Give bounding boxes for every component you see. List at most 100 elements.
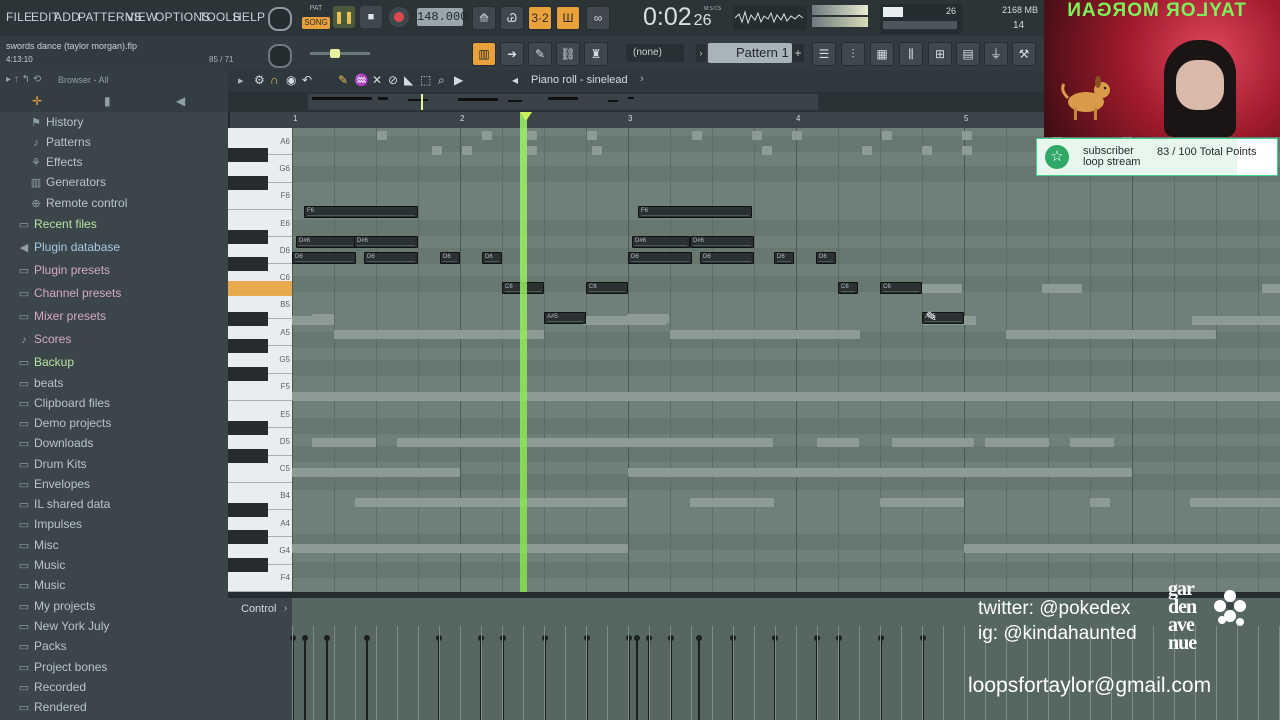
note[interactable]: D#6 bbox=[296, 236, 356, 248]
note[interactable]: D6 bbox=[482, 252, 502, 264]
note[interactable]: C6 bbox=[586, 282, 628, 294]
note[interactable]: D6 bbox=[440, 252, 460, 264]
note[interactable]: D#6 bbox=[354, 236, 418, 248]
zoom-tool-icon[interactable]: ⌕ bbox=[438, 73, 445, 88]
black-key[interactable] bbox=[228, 366, 268, 381]
arrow-button[interactable]: ➜ bbox=[500, 42, 524, 66]
main-slider-handle[interactable] bbox=[330, 49, 340, 58]
note[interactable]: D6 bbox=[774, 252, 794, 264]
brush-tool-icon[interactable]: ♒ bbox=[354, 73, 369, 87]
velocity-stem[interactable] bbox=[302, 635, 308, 720]
browser-item[interactable]: ⚘ Effects bbox=[30, 155, 82, 169]
select-tool-icon[interactable]: ⬚ bbox=[420, 73, 431, 87]
black-key[interactable] bbox=[228, 257, 268, 272]
browser-item[interactable]: ▭ Backup bbox=[18, 355, 74, 369]
browser-button[interactable]: ⊞ bbox=[928, 42, 952, 66]
note[interactable]: D6 bbox=[700, 252, 754, 264]
tool-button[interactable]: ⚒ bbox=[1012, 42, 1036, 66]
tempo-display[interactable]: 148.000 bbox=[417, 8, 467, 26]
pattern-selector[interactable]: Pattern 1 bbox=[708, 43, 792, 63]
countdown-button[interactable]: 3·2 bbox=[528, 6, 552, 30]
browser-item[interactable]: ♪ Patterns bbox=[30, 135, 90, 149]
black-key[interactable] bbox=[228, 339, 268, 354]
browser-item[interactable]: ▭ Packs bbox=[18, 639, 67, 653]
song-mode-toggle[interactable]: SONG bbox=[302, 17, 330, 29]
browser-item[interactable]: ▭ My projects bbox=[18, 599, 96, 613]
stop-button[interactable]: ■ bbox=[360, 6, 382, 28]
black-key[interactable] bbox=[228, 230, 268, 245]
velocity-lane[interactable] bbox=[290, 598, 1280, 720]
master-pitch-knob[interactable] bbox=[268, 44, 292, 68]
pattern-prev-button[interactable]: › bbox=[696, 44, 706, 62]
note-grid[interactable]: F6 D#6 D#6 D6 D6 D6 D6 C6 A#5 C6 F6 D#6 D#6 D6 D6 D6 D6 C… bbox=[292, 128, 1280, 592]
slice-tool-icon[interactable]: ◣ bbox=[404, 73, 413, 87]
snap-select[interactable]: (none) bbox=[626, 44, 684, 62]
note[interactable]: C6 bbox=[880, 282, 922, 294]
note[interactable]: A#5 bbox=[544, 312, 586, 324]
note[interactable]: D#6 bbox=[632, 236, 690, 248]
piano-roll-view-button[interactable]: ▦ bbox=[870, 42, 894, 66]
velocity-stem[interactable] bbox=[634, 635, 640, 720]
note[interactable]: C6 bbox=[838, 282, 858, 294]
playback-tool-icon[interactable]: ▶ bbox=[454, 73, 463, 87]
mute-tool-icon[interactable]: ⊘ bbox=[388, 73, 398, 87]
undo-icon[interactable]: ↶ bbox=[302, 73, 312, 87]
playlist-button[interactable]: ☰ bbox=[812, 42, 836, 66]
browser-item[interactable]: ▭ Drum Kits bbox=[18, 457, 87, 471]
mixer-button[interactable]: ⫼ bbox=[899, 42, 923, 66]
pencil-tool-icon[interactable]: ✎ bbox=[338, 73, 348, 87]
black-key[interactable] bbox=[228, 148, 268, 163]
delete-tool-icon[interactable]: ✕ bbox=[372, 73, 382, 87]
pause-button[interactable]: ❚❚ bbox=[333, 6, 355, 28]
browser-item[interactable]: ▭ Demo projects bbox=[18, 416, 112, 430]
piano-roll-button[interactable]: ▥ bbox=[472, 42, 496, 66]
black-key[interactable] bbox=[228, 421, 268, 436]
browser-item[interactable]: ▭ Music bbox=[18, 578, 66, 592]
note[interactable]: F6 bbox=[638, 206, 752, 218]
master-volume-knob[interactable] bbox=[268, 7, 292, 31]
browser-item[interactable]: ▭ Clipboard files bbox=[18, 396, 110, 410]
plugin-picker-button[interactable]: ⏚ bbox=[984, 42, 1008, 66]
channel-rack-button[interactable]: ⫶ bbox=[841, 42, 865, 66]
wrench-tool-icon[interactable]: ⚙ bbox=[254, 73, 265, 87]
collapse-icon[interactable]: ▸ bbox=[238, 74, 244, 87]
black-key[interactable] bbox=[228, 530, 268, 545]
browser-item[interactable]: ▥ Generators bbox=[30, 175, 106, 189]
note[interactable]: D6 bbox=[816, 252, 836, 264]
note[interactable]: D6 bbox=[364, 252, 418, 264]
browser-item[interactable]: ▭ Plugin presets bbox=[18, 263, 110, 277]
velocity-stem[interactable] bbox=[364, 635, 370, 720]
black-key[interactable] bbox=[228, 557, 268, 572]
project-info-button[interactable]: ▤ bbox=[956, 42, 980, 66]
piano-keyboard[interactable]: A6 G6 F6 E6 D6 C6 B5 A5 G5 F5 E5 D5 C5 B4 A4 G4 F4 bbox=[228, 128, 292, 592]
browser-item[interactable]: ▭ New York July bbox=[18, 619, 110, 633]
blend-notes-button[interactable]: Ш bbox=[556, 6, 580, 30]
magnet-icon[interactable]: ∩ bbox=[270, 73, 279, 87]
velocity-stem[interactable] bbox=[324, 635, 330, 720]
note[interactable]: D#6 bbox=[690, 236, 754, 248]
add-pattern-button[interactable]: + bbox=[792, 44, 804, 62]
browser-item[interactable]: ⊕ Remote control bbox=[30, 196, 127, 210]
browser-item[interactable]: ♪ Scores bbox=[18, 332, 71, 346]
velocity-stem[interactable] bbox=[696, 635, 702, 720]
browser-item[interactable]: ▭ beats bbox=[18, 376, 64, 390]
loop-record-button[interactable]: ∞ bbox=[586, 6, 610, 30]
snap-icon[interactable]: ✛ bbox=[32, 94, 42, 108]
wait-input-button[interactable]: Ꮚ bbox=[500, 6, 524, 30]
browser-item[interactable]: ▭ Channel presets bbox=[18, 286, 122, 300]
browser-item[interactable]: ▭ Rendered bbox=[18, 700, 87, 714]
play-mode-icon[interactable]: ◉ bbox=[286, 73, 296, 87]
browser-item[interactable]: ▭ Mixer presets bbox=[18, 309, 106, 323]
control-label[interactable]: Control bbox=[241, 603, 276, 615]
stamp-button[interactable]: ♜ bbox=[584, 42, 608, 66]
record-button[interactable] bbox=[389, 7, 409, 27]
note[interactable]: F6 bbox=[304, 206, 418, 218]
browser-item[interactable]: ▭ Misc bbox=[18, 538, 59, 552]
browser-item[interactable]: ▭ IL shared data bbox=[18, 497, 110, 511]
black-key[interactable] bbox=[228, 503, 268, 518]
black-key[interactable] bbox=[228, 448, 268, 463]
menu-help[interactable]: HELP bbox=[233, 10, 265, 24]
black-key[interactable] bbox=[228, 312, 268, 327]
speaker-icon[interactable]: ◀ bbox=[176, 94, 185, 108]
main-slider-track[interactable] bbox=[310, 49, 370, 58]
